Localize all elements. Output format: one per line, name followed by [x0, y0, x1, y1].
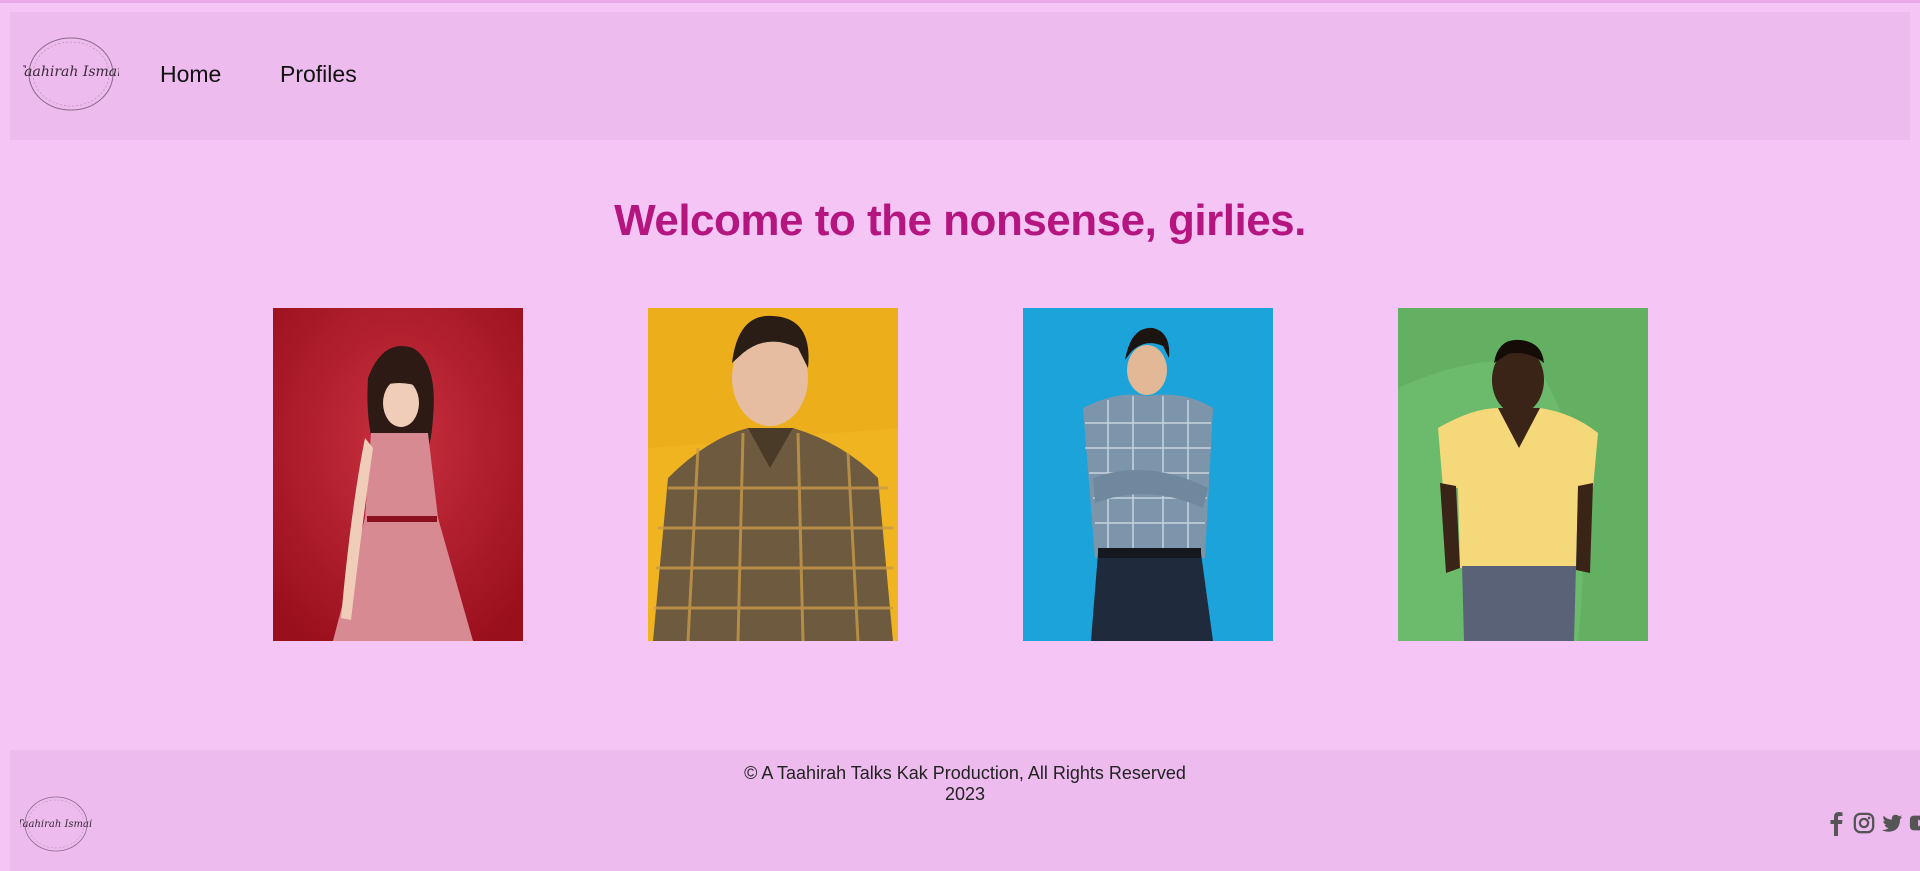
copyright-year: 2023 [944, 784, 986, 804]
profile-photo-blue[interactable] [1023, 308, 1273, 641]
svg-text:Taahirah Ismail: Taahirah Ismail [23, 64, 119, 80]
nav-profiles[interactable]: Profiles [280, 61, 357, 88]
nav-home[interactable]: Home [160, 61, 221, 88]
copyright-text: © A Taahirah Talks Kak Production, All R… [10, 763, 1920, 805]
instagram-icon[interactable] [1853, 810, 1875, 836]
profile-photo-green[interactable] [1398, 308, 1648, 641]
youtube-icon[interactable] [1909, 810, 1920, 836]
footer-logo[interactable]: Taahirah Ismail [17, 793, 95, 855]
facebook-icon[interactable] [1825, 810, 1847, 836]
social-links [1825, 810, 1920, 836]
copyright-line: © A Taahirah Talks Kak Production, All R… [744, 763, 1186, 783]
site-footer: © A Taahirah Talks Kak Production, All R… [10, 750, 1920, 871]
profile-photo-red[interactable] [273, 308, 523, 641]
top-border [0, 0, 1920, 3]
svg-text:Taahirah Ismail: Taahirah Ismail [20, 819, 92, 830]
profile-photo-yellow[interactable] [648, 308, 898, 641]
twitter-icon[interactable] [1881, 810, 1903, 836]
site-header: Taahirah Ismail Home Profiles [10, 12, 1910, 140]
page-title: Welcome to the nonsense, girlies. [614, 196, 1306, 245]
site-logo[interactable]: Taahirah Ismail [16, 34, 126, 114]
